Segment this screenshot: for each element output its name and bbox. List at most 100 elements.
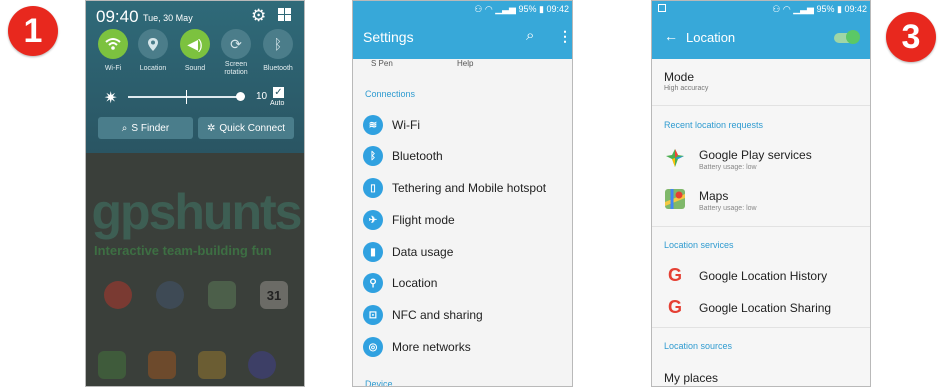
quick-connect-icon: ✲ bbox=[207, 122, 216, 134]
section-header-connections: Connections bbox=[365, 89, 416, 99]
mode-label: Mode bbox=[664, 70, 695, 84]
settings-app-bar: ⚇ ◠ ▁▃▅ 95% ▮ 09:42 Settings ⌕ ⋮ bbox=[353, 1, 572, 59]
settings-item-flight-mode[interactable]: ✈ Flight mode bbox=[363, 208, 455, 232]
status-bar: ⚇ ◠ ▁▃▅ 95% ▮ 09:42 bbox=[474, 4, 569, 14]
recent-app-name: Google Play services bbox=[699, 148, 812, 162]
bluetooth-toggle[interactable]: ᛒ bbox=[263, 29, 293, 59]
quick-panel: 09:40 Tue, 30 May ⚙ ◀) ⟳ ᛒ Wi-Fi Locatio… bbox=[86, 1, 304, 153]
settings-item-more-networks[interactable]: ◎ More networks bbox=[363, 335, 471, 359]
recent-app-battery: Battery usage: low bbox=[699, 205, 757, 212]
s-finder-label: S Finder bbox=[131, 122, 170, 134]
bluetooth-icon: ᛒ bbox=[273, 36, 283, 52]
page-title: Location bbox=[686, 30, 736, 45]
more-options-icon[interactable]: ⋮ bbox=[558, 28, 572, 45]
settings-item-label: Flight mode bbox=[392, 213, 455, 227]
divider bbox=[652, 327, 870, 328]
divider bbox=[652, 105, 870, 106]
auto-brightness-label: Auto bbox=[270, 100, 285, 107]
divider bbox=[652, 226, 870, 227]
section-header-recent-requests: Recent location requests bbox=[664, 120, 764, 130]
data-usage-icon: ▮ bbox=[363, 242, 383, 262]
messages-app-icon[interactable] bbox=[198, 351, 226, 379]
battery-percent: 95% bbox=[816, 4, 835, 14]
settings-item-label: Data usage bbox=[392, 245, 454, 259]
step-badge-1: 1 bbox=[8, 6, 58, 56]
service-name: Google Location History bbox=[699, 269, 828, 283]
settings-item-label: NFC and sharing bbox=[392, 308, 483, 322]
nfc-icon: ⊡ bbox=[363, 305, 383, 325]
brightness-slider-thumb[interactable] bbox=[236, 92, 245, 101]
hotspot-icon: ▯ bbox=[363, 178, 383, 198]
screen-rotation-toggle[interactable]: ⟳ bbox=[221, 29, 251, 59]
home-app-icon[interactable] bbox=[156, 281, 184, 309]
wifi-toggle[interactable] bbox=[98, 29, 128, 59]
my-places-item[interactable]: My places bbox=[664, 371, 718, 385]
location-icon bbox=[148, 37, 158, 51]
clock-time: 09:40 bbox=[96, 7, 139, 26]
location-icon: ⚲ bbox=[363, 273, 383, 293]
home-logo: gpshunts bbox=[91, 184, 303, 240]
search-icon: ⌕ bbox=[121, 122, 128, 134]
settings-item-location[interactable]: ⚲ Location bbox=[363, 271, 437, 295]
location-master-switch-thumb[interactable] bbox=[846, 30, 860, 44]
calendar-day: 31 bbox=[266, 287, 282, 303]
brightness-icon: ✷ bbox=[104, 90, 118, 107]
location-toggle[interactable] bbox=[138, 29, 168, 59]
settings-item-bluetooth[interactable]: ᛒ Bluetooth bbox=[363, 144, 443, 168]
home-logo-tagline: Interactive team-building fun bbox=[94, 243, 272, 258]
section-header-device: Device bbox=[365, 379, 393, 387]
auto-brightness-checkbox[interactable]: ✓ bbox=[273, 87, 284, 98]
settings-item-data-usage[interactable]: ▮ Data usage bbox=[363, 240, 453, 264]
phone-screen-quick-panel: 09:40 Tue, 30 May ⚙ ◀) ⟳ ᛒ Wi-Fi Locatio… bbox=[85, 0, 305, 387]
internet-app-icon[interactable] bbox=[248, 351, 276, 379]
airplane-icon: ✈ bbox=[363, 210, 383, 230]
settings-item-tethering[interactable]: ▯ Tethering and Mobile hotspot bbox=[363, 176, 546, 200]
toggle-label-wifi: Wi-Fi bbox=[104, 65, 122, 72]
contacts-app-icon[interactable] bbox=[148, 351, 176, 379]
toggle-label-location: Location bbox=[139, 65, 167, 72]
screen-rotation-icon: ⟳ bbox=[230, 35, 242, 52]
brightness-tick bbox=[186, 90, 187, 104]
settings-item-label: Tethering and Mobile hotspot bbox=[392, 181, 547, 195]
quick-connect-label: Quick Connect bbox=[219, 122, 285, 134]
back-arrow-icon[interactable]: ← bbox=[664, 28, 678, 44]
recent-app-name: Maps bbox=[699, 189, 729, 203]
settings-item-wifi[interactable]: ≋ Wi-Fi bbox=[363, 113, 420, 137]
sound-icon: ◀) bbox=[187, 35, 203, 52]
settings-item-s-pen[interactable]: S Pen bbox=[371, 59, 393, 68]
section-header-location-sources: Location sources bbox=[664, 341, 733, 351]
wifi-icon: ≋ bbox=[363, 115, 383, 135]
home-app-icon[interactable] bbox=[208, 281, 236, 309]
settings-item-label: Location bbox=[392, 276, 438, 290]
service-name: Google Location Sharing bbox=[699, 301, 832, 315]
maps-icon bbox=[665, 189, 685, 209]
settings-item-nfc[interactable]: ⊡ NFC and sharing bbox=[363, 303, 483, 327]
calendar-icon[interactable]: 31 bbox=[260, 281, 288, 309]
phone-app-icon[interactable] bbox=[98, 351, 126, 379]
toggle-label-sound: Sound bbox=[184, 65, 206, 72]
settings-item-label: Bluetooth bbox=[392, 149, 443, 163]
toggle-label-bluetooth: Bluetooth bbox=[263, 65, 293, 72]
brightness-slider[interactable] bbox=[128, 96, 238, 98]
settings-item-help[interactable]: Help bbox=[457, 59, 473, 68]
quick-connect-button[interactable]: ✲ Quick Connect bbox=[198, 117, 294, 139]
mode-value: High accuracy bbox=[664, 85, 709, 92]
bluetooth-icon: ᛒ bbox=[363, 146, 383, 166]
google-icon: G bbox=[667, 297, 682, 317]
recent-app-battery: Battery usage: low bbox=[699, 164, 757, 171]
location-app-bar: ⚇ ◠ ▁▃▅ 95% ▮ 09:42 ← Location bbox=[652, 1, 870, 59]
toggle-label-screen-rotation: Screen rotation bbox=[224, 61, 248, 76]
page-title: Settings bbox=[363, 29, 414, 45]
google-icon: G bbox=[667, 265, 682, 285]
sound-toggle[interactable]: ◀) bbox=[180, 29, 210, 59]
battery-percent: 95% bbox=[518, 4, 537, 14]
edit-grid-icon[interactable] bbox=[278, 8, 291, 21]
search-icon[interactable]: ⌕ bbox=[526, 27, 534, 44]
clock-date: Tue, 30 May bbox=[143, 13, 193, 23]
home-app-icon[interactable] bbox=[104, 281, 132, 309]
status-time: 09:42 bbox=[546, 4, 569, 14]
settings-item-label: Wi-Fi bbox=[392, 118, 420, 132]
gear-icon[interactable]: ⚙ bbox=[251, 6, 266, 26]
s-finder-button[interactable]: ⌕ S Finder bbox=[98, 117, 193, 139]
settings-item-label: More networks bbox=[392, 340, 471, 354]
